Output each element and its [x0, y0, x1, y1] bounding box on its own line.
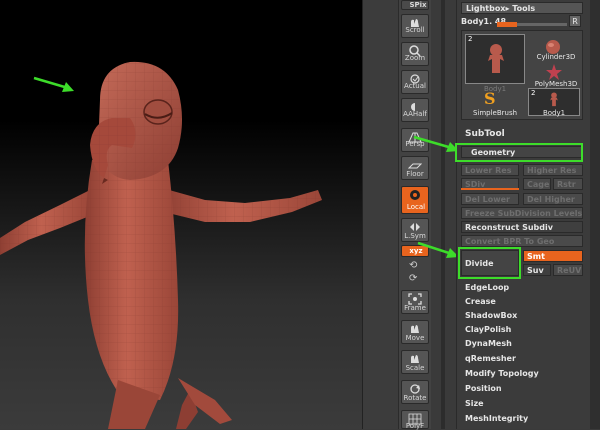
del-higher-button[interactable]: Del Higher	[523, 193, 583, 205]
floor-label: Floor	[406, 170, 424, 178]
meshintegrity-menu[interactable]: MeshIntegrity	[465, 414, 528, 423]
scale-label: Scale	[405, 364, 425, 372]
arrow-to-divide-icon	[417, 241, 459, 258]
aahalf-label: AAHalf	[403, 110, 427, 118]
polymesh3d-icon[interactable]	[546, 64, 562, 80]
gutter-track[interactable]	[441, 0, 445, 429]
parrot-model	[0, 61, 322, 429]
simplebrush-icon[interactable]: S	[484, 89, 496, 108]
actual-label: Actual	[404, 82, 426, 90]
viewport-canvas[interactable]	[0, 0, 362, 429]
right-shelf: SPix Scroll Zoom Actual AAHalf Persp Flo…	[398, 0, 432, 430]
spix-label: SPix	[409, 1, 427, 9]
reuv-toggle[interactable]: ReUV	[553, 264, 583, 276]
zoom-label: Zoom	[404, 54, 426, 62]
rotate-label: Rotate	[403, 394, 427, 402]
convert-bpr-button[interactable]: Convert BPR To Geo	[461, 235, 583, 247]
r-button[interactable]: R	[569, 15, 581, 27]
geometry-highlight	[455, 143, 583, 162]
higher-res-button[interactable]: Higher Res	[523, 164, 583, 176]
shadowbox-menu[interactable]: ShadowBox	[465, 311, 517, 320]
claypolish-menu[interactable]: ClayPolish	[465, 325, 511, 334]
sdiv-slider-fill	[461, 188, 519, 190]
tile-count: 2	[468, 35, 473, 43]
palette-scrollbar[interactable]	[590, 0, 600, 429]
rotate-z-icon[interactable]: ⟳	[409, 273, 417, 284]
tile-label-body1-small: Body1	[542, 109, 566, 117]
palette-gutter	[431, 0, 456, 429]
cage-button[interactable]: Cage	[523, 178, 551, 190]
local-button[interactable]: Local	[401, 186, 429, 214]
spix-control[interactable]: SPix	[401, 0, 429, 10]
move-label: Move	[405, 334, 425, 342]
size-menu[interactable]: Size	[465, 399, 484, 408]
local-icon	[410, 190, 420, 200]
reconstruct-subdiv-button[interactable]: Reconstruct Subdiv	[461, 221, 583, 233]
arrow-to-geometry-icon	[413, 135, 459, 152]
local-label: Local	[406, 203, 426, 211]
body1-small-thumb-icon	[550, 92, 558, 107]
freeze-subdivision-button[interactable]: Freeze SubDivision Levels	[461, 207, 583, 219]
body1-thumb-icon	[488, 44, 504, 73]
crease-menu[interactable]: Crease	[465, 297, 496, 306]
modify-topology-menu[interactable]: Modify Topology	[465, 369, 539, 378]
position-menu[interactable]: Position	[465, 384, 502, 393]
smt-toggle[interactable]: Smt	[523, 250, 583, 262]
subtool-header[interactable]: SubTool	[465, 129, 505, 139]
frame-label: Frame	[404, 304, 426, 312]
tile-body1-main[interactable]: 2	[465, 34, 525, 84]
lsym-label: L.Sym	[404, 232, 426, 240]
divide-highlight	[458, 247, 521, 279]
arrow-annotation-icon	[33, 76, 74, 92]
tool-grid: 2 Body1 Cylinder3D PolyMesh3D S SimpleBr…	[461, 30, 583, 120]
lower-res-button[interactable]: Lower Res	[461, 164, 519, 176]
tile-label-simplebrush: SimpleBrush	[472, 109, 518, 117]
dynamesh-menu[interactable]: DynaMesh	[465, 339, 512, 348]
rstr-button[interactable]: Rstr	[553, 178, 583, 190]
scroll-label: Scroll	[405, 26, 425, 34]
qremesher-menu[interactable]: qRemesher	[465, 354, 516, 363]
tool-palette: Lightbox▸ Tools Body1. 48 R 2 Body1 Cyli…	[455, 0, 591, 429]
tile-label-cylinder3d: Cylinder3D	[536, 53, 576, 61]
del-lower-button[interactable]: Del Lower	[461, 193, 519, 205]
lightbox-tools-button[interactable]: Lightbox▸ Tools	[461, 2, 583, 14]
tile-label-polymesh3d: PolyMesh3D	[534, 80, 578, 88]
tool-slider-knob[interactable]	[497, 22, 517, 27]
edgeloop-menu[interactable]: EdgeLoop	[465, 283, 509, 292]
tile-count-small: 2	[531, 89, 536, 97]
suv-toggle[interactable]: Suv	[523, 264, 551, 276]
viewport-divider	[362, 0, 399, 429]
